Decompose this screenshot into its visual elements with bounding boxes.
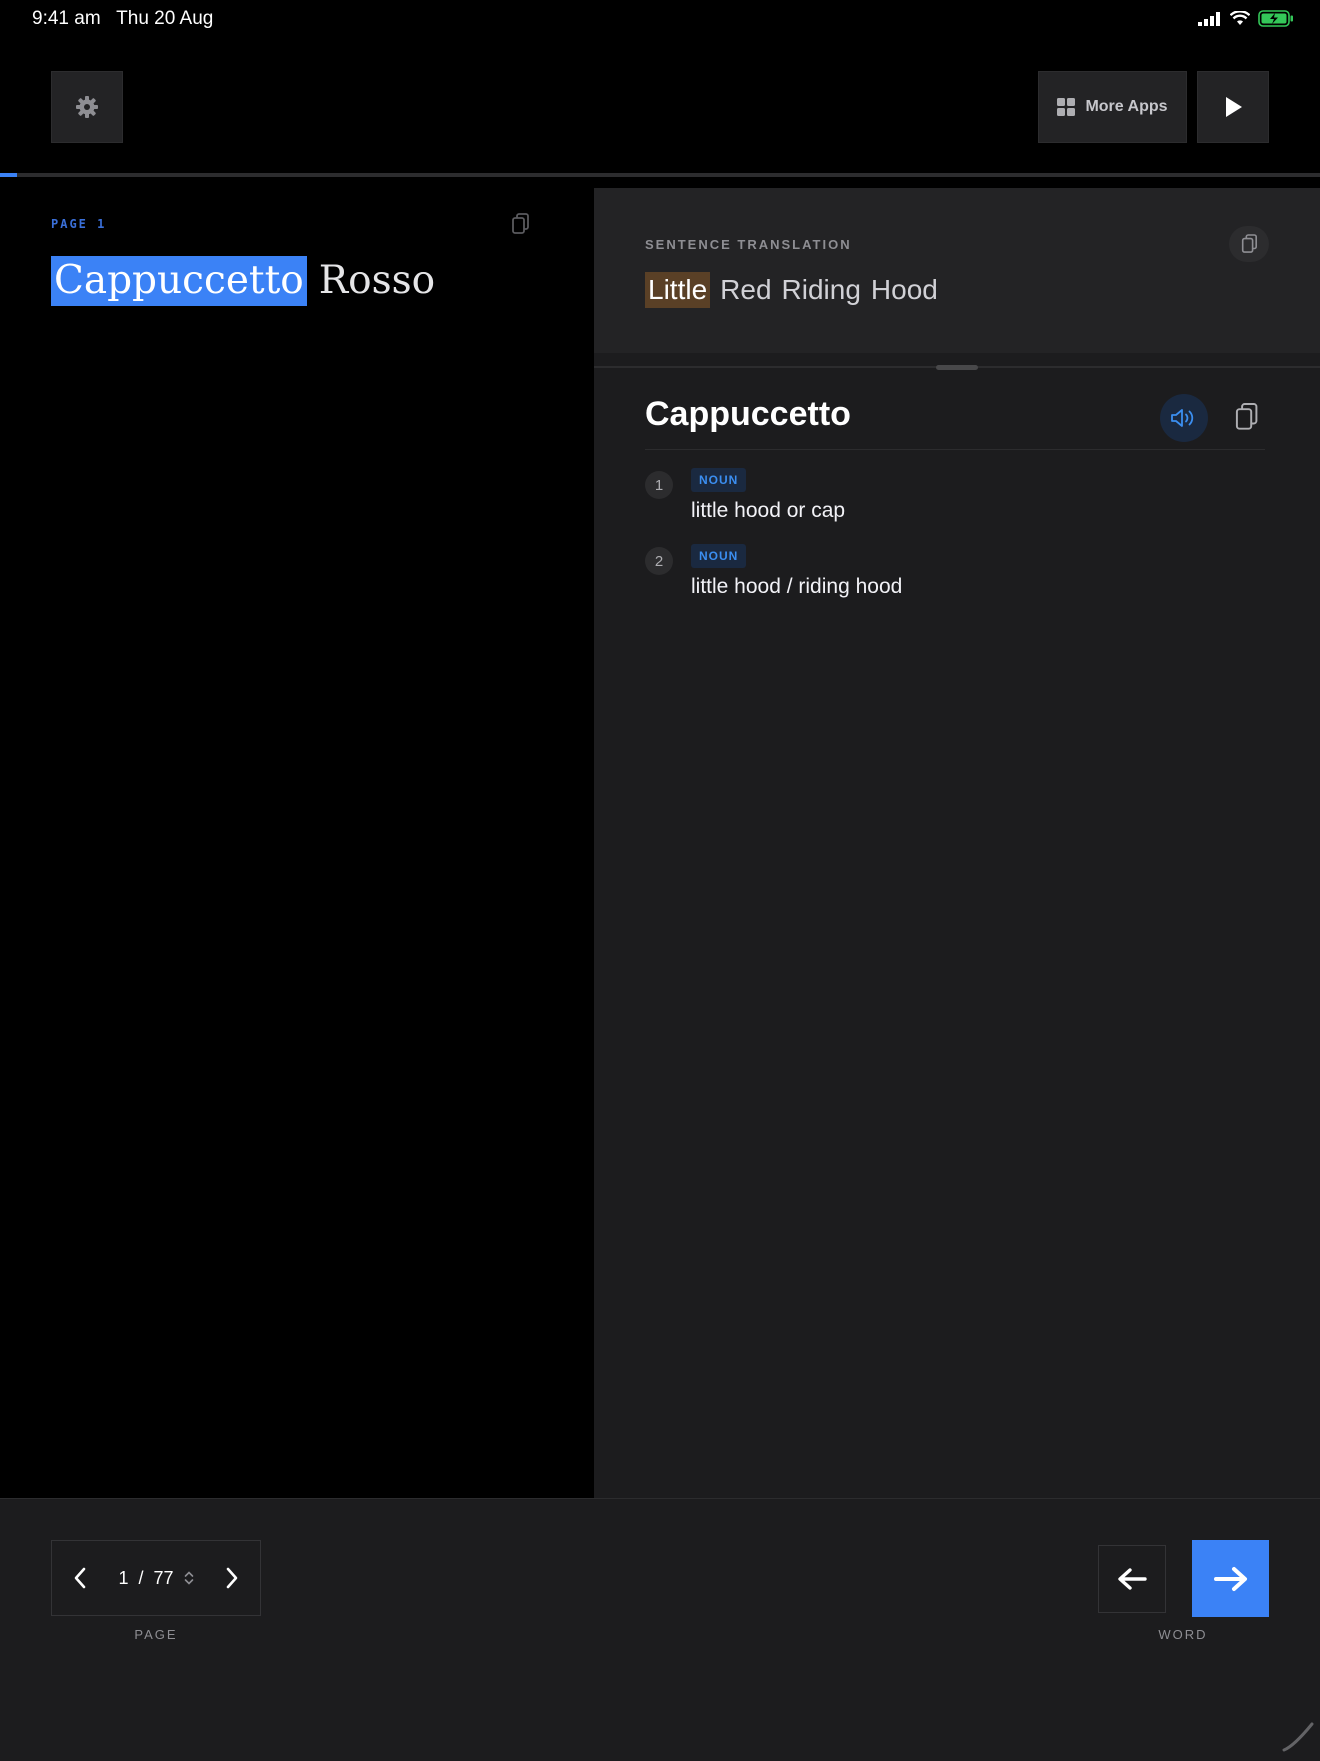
next-word-button[interactable] bbox=[1192, 1540, 1269, 1617]
copy-word-button[interactable] bbox=[1230, 400, 1262, 434]
sentence-word[interactable]: Rosso bbox=[317, 256, 437, 306]
copy-icon bbox=[512, 213, 529, 234]
total-pages: 77 bbox=[153, 1567, 174, 1588]
copy-sentence-button[interactable] bbox=[510, 213, 534, 237]
source-sentence: Cappuccetto Rosso bbox=[51, 256, 437, 306]
page-navigator: 1 / 77 bbox=[51, 1540, 261, 1616]
page-separator: / bbox=[138, 1567, 144, 1588]
battery-icon bbox=[1258, 10, 1293, 27]
part-of-speech-badge: NOUN bbox=[691, 544, 747, 568]
definition-number: 2 bbox=[645, 547, 673, 575]
previous-word-button[interactable] bbox=[1098, 1545, 1166, 1613]
page-caption: PAGE bbox=[134, 1627, 178, 1642]
sort-icon bbox=[184, 1571, 193, 1585]
resize-handle[interactable] bbox=[936, 365, 978, 370]
definition-number: 1 bbox=[645, 471, 673, 499]
dictionary-word-title: Cappuccetto bbox=[645, 395, 851, 433]
copy-icon bbox=[1235, 403, 1258, 430]
page-label: PAGE 1 bbox=[51, 217, 107, 231]
speaker-icon bbox=[1171, 409, 1194, 427]
title-divider bbox=[645, 449, 1265, 450]
reading-progress-fill bbox=[0, 173, 18, 177]
definition-text: little hood or cap bbox=[691, 499, 846, 522]
translation-word: Hood bbox=[870, 274, 938, 305]
current-page: 1 bbox=[118, 1567, 129, 1588]
arrow-right-icon bbox=[1213, 1566, 1247, 1591]
grid-icon bbox=[1057, 98, 1076, 116]
translation-word-highlighted: Little bbox=[645, 272, 711, 308]
copy-translation-button[interactable] bbox=[1229, 226, 1269, 262]
chevron-left-icon[interactable] bbox=[72, 1566, 88, 1590]
status-icons bbox=[1198, 10, 1294, 27]
status-time: 9:41 am Thu 20 Aug bbox=[32, 8, 213, 30]
definition-text: little hood / riding hood bbox=[691, 575, 903, 598]
pronounce-button[interactable] bbox=[1160, 394, 1208, 442]
part-of-speech-badge: NOUN bbox=[691, 468, 747, 492]
arrow-left-icon bbox=[1118, 1568, 1147, 1590]
reading-progress-track bbox=[0, 173, 1320, 177]
status-clock: 9:41 am bbox=[32, 8, 101, 29]
gear-icon bbox=[76, 96, 98, 118]
translation-label: SENTENCE TRANSLATION bbox=[645, 237, 852, 252]
signal-icon bbox=[1198, 11, 1220, 26]
translation-sentence: Little Red Riding Hood bbox=[645, 272, 938, 308]
sentence-word-selected[interactable]: Cappuccetto bbox=[51, 256, 307, 306]
translation-word: Riding bbox=[781, 274, 861, 305]
wifi-icon bbox=[1230, 11, 1250, 25]
translation-word: Red bbox=[720, 274, 772, 305]
play-icon bbox=[1226, 97, 1242, 117]
chevron-right-icon[interactable] bbox=[224, 1566, 240, 1590]
copy-icon bbox=[1241, 234, 1258, 253]
settings-button[interactable] bbox=[51, 71, 123, 143]
more-apps-button[interactable]: More Apps bbox=[1038, 71, 1187, 143]
resize-corner-icon bbox=[1282, 1722, 1314, 1752]
word-caption: WORD bbox=[1158, 1627, 1208, 1642]
translation-section bbox=[594, 188, 1320, 353]
more-apps-label: More Apps bbox=[1085, 98, 1168, 115]
page-selector[interactable]: 1 / 77 bbox=[118, 1568, 193, 1589]
dictionary-panel bbox=[594, 188, 1320, 1498]
play-button[interactable] bbox=[1197, 71, 1269, 143]
status-date: Thu 20 Aug bbox=[116, 8, 214, 29]
